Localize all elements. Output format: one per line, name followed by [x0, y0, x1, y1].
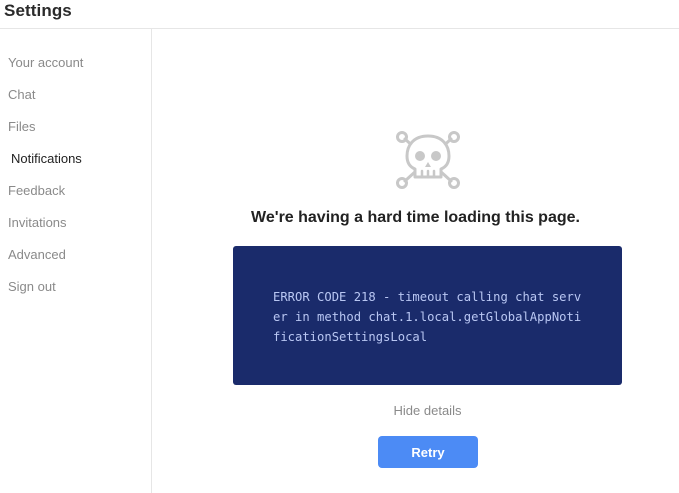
error-details-box: ERROR CODE 218 - timeout calling chat se… — [233, 246, 622, 385]
sidebar-item-your-account[interactable]: Your account — [8, 55, 83, 71]
sidebar-item-notifications[interactable]: Notifications — [11, 151, 82, 167]
sidebar-item-files[interactable]: Files — [8, 119, 35, 135]
sidebar-item-advanced[interactable]: Advanced — [8, 247, 66, 263]
sidebar: Your account Chat Files Notifications Fe… — [0, 29, 152, 493]
page-title: Settings — [4, 1, 72, 20]
sidebar-item-chat[interactable]: Chat — [8, 87, 35, 103]
error-message: ERROR CODE 218 - timeout calling chat se… — [273, 290, 582, 344]
header: Settings — [0, 0, 679, 29]
sidebar-item-invitations[interactable]: Invitations — [8, 215, 67, 231]
retry-button[interactable]: Retry — [378, 436, 478, 468]
error-heading: We're having a hard time loading this pa… — [251, 209, 580, 226]
skull-crossbones-icon — [396, 131, 460, 189]
sidebar-item-feedback[interactable]: Feedback — [8, 183, 65, 199]
hide-details-link[interactable]: Hide details — [152, 403, 679, 418]
sidebar-item-sign-out[interactable]: Sign out — [8, 279, 56, 295]
